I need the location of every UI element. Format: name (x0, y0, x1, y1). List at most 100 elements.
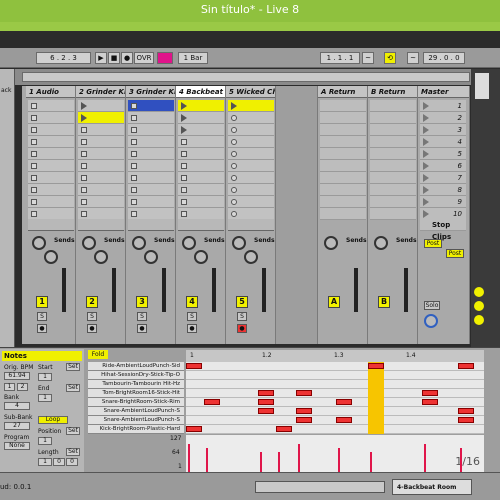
midi-note[interactable] (186, 426, 202, 432)
stop-button[interactable]: ■ (108, 52, 120, 64)
stop-slot-icon[interactable] (81, 199, 87, 205)
note-grid[interactable] (186, 362, 484, 434)
stop-slot-icon[interactable] (231, 187, 237, 193)
fold-button[interactable]: Fold (88, 350, 108, 359)
stop-slot-icon[interactable] (181, 175, 187, 181)
midi-note[interactable] (422, 399, 438, 405)
arrangement-position[interactable]: 6 . 2 . 3 (36, 52, 91, 64)
stop-slot-icon[interactable] (31, 139, 37, 145)
scene-launch[interactable]: 8 (420, 184, 466, 196)
stop-slot-icon[interactable] (31, 151, 37, 157)
stop-slot-icon[interactable] (81, 151, 87, 157)
post-button[interactable]: Post (424, 239, 442, 248)
stop-slot-icon[interactable] (181, 163, 187, 169)
start-field[interactable]: 1 (38, 373, 52, 381)
punch-out-icon[interactable]: ~ (407, 52, 419, 64)
velocity-bar[interactable] (298, 444, 300, 472)
stop-slot-icon[interactable] (81, 211, 87, 217)
stop-slot-icon[interactable] (81, 175, 87, 181)
track-activator[interactable]: 2 (86, 296, 98, 308)
half-button[interactable]: 1 (4, 383, 15, 391)
velocity-editor[interactable]: 127 64 1 1/16 (170, 435, 484, 472)
length-sixteenths-field[interactable]: 0 (66, 458, 78, 466)
stop-slot-icon[interactable] (131, 163, 137, 169)
scene-launch[interactable]: 2 (420, 112, 466, 124)
scene-play-icon[interactable] (423, 174, 429, 182)
send-knob[interactable] (94, 250, 108, 264)
scene-play-icon[interactable] (423, 126, 429, 134)
stop-slot-icon[interactable] (81, 127, 87, 133)
stop-slot-icon[interactable] (31, 115, 37, 121)
clip-slot[interactable] (78, 148, 124, 160)
quantize-select[interactable]: 1 Bar (178, 52, 208, 64)
stop-slot-icon[interactable] (31, 103, 37, 109)
scene-play-icon[interactable] (423, 114, 429, 122)
clip-slot[interactable] (128, 160, 174, 172)
overview-strip[interactable] (22, 72, 470, 82)
stop-slot-icon[interactable] (231, 163, 237, 169)
send-knob[interactable] (232, 236, 246, 250)
clip-slot[interactable] (228, 160, 274, 172)
length-set-button[interactable]: Set (66, 448, 80, 456)
stop-slot-icon[interactable] (131, 115, 137, 121)
track-activator[interactable]: 1 (36, 296, 48, 308)
position-set-button[interactable]: Set (66, 427, 80, 435)
clip-slot[interactable] (228, 136, 274, 148)
clip-slot[interactable] (28, 172, 74, 184)
master-title[interactable]: Master (418, 86, 469, 98)
play-clip-icon[interactable] (181, 102, 187, 110)
stop-slot-icon[interactable] (31, 187, 37, 193)
midi-note[interactable] (296, 408, 312, 414)
track-3-title[interactable]: 3 Grinder Kit (126, 86, 175, 98)
mini-overview[interactable] (255, 481, 385, 493)
stop-slot-icon[interactable] (231, 151, 237, 157)
midi-note[interactable] (204, 399, 220, 405)
subbank-select[interactable]: 27 (4, 422, 30, 430)
stop-slot-icon[interactable] (81, 187, 87, 193)
loop-button[interactable]: Loop (38, 416, 68, 424)
side-toggle-icon[interactable] (475, 73, 489, 99)
stop-slot-icon[interactable] (81, 163, 87, 169)
clip-slot[interactable] (78, 184, 124, 196)
stop-slot-icon[interactable] (131, 127, 137, 133)
current-track-label[interactable]: 4-Backbeat Room (392, 479, 472, 495)
clip-slot[interactable] (228, 112, 274, 124)
solo-button[interactable]: S (37, 312, 47, 321)
double-button[interactable]: 2 (17, 383, 28, 391)
solo-button[interactable]: S (237, 312, 247, 321)
browser-panel[interactable]: ack (0, 69, 15, 349)
send-knob[interactable] (132, 236, 146, 250)
scene-play-icon[interactable] (423, 162, 429, 170)
clip-slot[interactable] (128, 148, 174, 160)
clip-slot[interactable] (178, 184, 224, 196)
clip-slot[interactable] (128, 124, 174, 136)
loop-start-field[interactable]: 1 . 1 . 1 (320, 52, 360, 64)
scene-launch[interactable]: 6 (420, 160, 466, 172)
clip-slot[interactable] (128, 196, 174, 208)
clip-slot[interactable] (228, 124, 274, 136)
solo-cue-button[interactable]: Solo (424, 301, 440, 310)
scene-play-icon[interactable] (423, 186, 429, 194)
clip-slot[interactable] (128, 100, 174, 112)
clip-slot[interactable] (78, 136, 124, 148)
scene-launch[interactable]: 5 (420, 148, 466, 160)
send-knob[interactable] (32, 236, 46, 250)
stop-slot-icon[interactable] (231, 115, 237, 121)
stop-slot-icon[interactable] (131, 151, 137, 157)
midi-note[interactable] (186, 363, 202, 369)
clip-slot[interactable] (178, 196, 224, 208)
clip-slot[interactable] (228, 196, 274, 208)
clip-slot[interactable] (128, 172, 174, 184)
clip-slot[interactable] (78, 172, 124, 184)
end-field[interactable]: 1 (38, 394, 52, 402)
play-clip-icon[interactable] (231, 102, 237, 110)
track-activator[interactable]: 3 (136, 296, 148, 308)
send-knob[interactable] (244, 250, 258, 264)
scene-play-icon[interactable] (423, 138, 429, 146)
clip-slot[interactable] (178, 172, 224, 184)
play-clip-icon[interactable] (181, 126, 187, 134)
scene-launch[interactable]: 3 (420, 124, 466, 136)
drum-lane-key[interactable]: Kick-BrightRoom-Plastic-Hard (88, 425, 184, 434)
stop-slot-icon[interactable] (181, 199, 187, 205)
stop-slot-icon[interactable] (131, 211, 137, 217)
